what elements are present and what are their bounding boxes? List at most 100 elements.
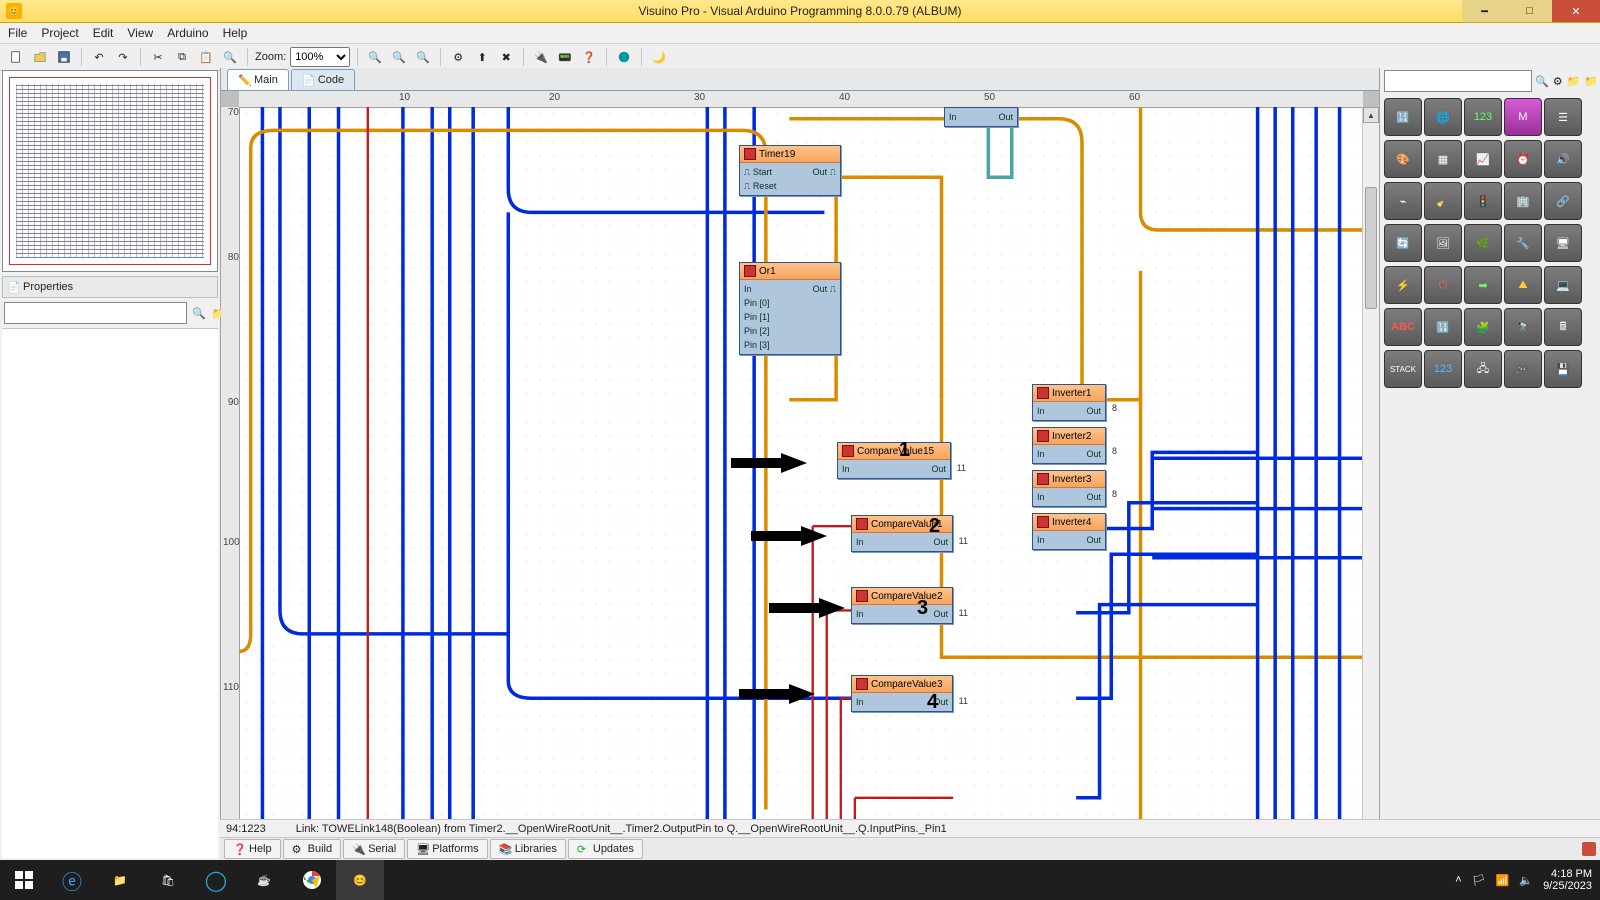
palette-arrow-icon[interactable]: ➡	[1464, 266, 1502, 304]
btab-build[interactable]: ⚙Build	[283, 839, 341, 859]
new-button[interactable]	[6, 47, 26, 67]
palette-color-wheel-icon[interactable]: 🎨	[1384, 140, 1422, 178]
zoom-fit-button[interactable]: 🔍	[413, 47, 433, 67]
serial-button[interactable]: 📟	[555, 47, 575, 67]
open-button[interactable]	[30, 47, 50, 67]
palette-filter-icon[interactable]: ⌁	[1384, 182, 1422, 220]
palette-globe-icon[interactable]: 🌐	[1424, 98, 1462, 136]
palette-binary-icon[interactable]: 🔢	[1384, 98, 1422, 136]
menu-help[interactable]: Help	[223, 26, 248, 40]
copy-button[interactable]: ⧉	[172, 47, 192, 67]
start-button[interactable]	[0, 860, 48, 900]
palette-net2-icon[interactable]: 🖧	[1464, 350, 1502, 388]
properties-header[interactable]: 📄 Properties	[2, 276, 218, 298]
palette-rotate-icon[interactable]: 🔄	[1384, 224, 1422, 262]
help-button[interactable]: ❓	[579, 47, 599, 67]
tray-volume-icon[interactable]: 🔈	[1519, 874, 1533, 887]
palette-abc-icon[interactable]: ABC	[1384, 308, 1422, 346]
palette-keypad-icon[interactable]: 🔢	[1424, 308, 1462, 346]
palette-motor-icon[interactable]: ⚡	[1384, 266, 1422, 304]
palette-search-button[interactable]: 🔍	[1534, 71, 1550, 91]
palette-search-input[interactable]	[1384, 70, 1532, 92]
tray-chevron-icon[interactable]: ˄	[1455, 874, 1461, 886]
prop-tool-1[interactable]: 🔍	[191, 303, 207, 323]
tab-code[interactable]: 📄 Code	[291, 69, 355, 90]
palette-gamepad-icon[interactable]: 🎮	[1504, 350, 1542, 388]
palette-eraser-icon[interactable]: 🧹	[1424, 182, 1462, 220]
tray-flag-icon[interactable]: 🏳	[1472, 874, 1486, 887]
palette-peak-icon[interactable]: ⛰	[1504, 266, 1542, 304]
palette-numbers-icon[interactable]: 123	[1464, 98, 1502, 136]
task-java-icon[interactable]: ☕	[240, 860, 288, 900]
palette-telescope-icon[interactable]: 🔭	[1504, 308, 1542, 346]
board-button[interactable]: 🔌	[531, 47, 551, 67]
task-visuino-icon[interactable]: 😊	[336, 860, 384, 900]
menu-arduino[interactable]: Arduino	[167, 26, 208, 40]
palette-plant-icon[interactable]: 🌿	[1464, 224, 1502, 262]
scroll-v-thumb[interactable]	[1365, 187, 1377, 309]
block-comparevalue2[interactable]: CompareValue2 InOut 11	[851, 587, 953, 624]
tab-main[interactable]: ✏️ Main	[227, 69, 289, 90]
btab-serial[interactable]: 🔌Serial	[343, 839, 405, 859]
palette-stack-icon[interactable]: STACK	[1384, 350, 1422, 388]
palette-chip-icon[interactable]: 💾	[1544, 350, 1582, 388]
block-inverter3[interactable]: Inverter3 InOut 8	[1032, 470, 1106, 507]
task-ie-icon[interactable]: ⓔ	[48, 860, 96, 900]
palette-desktop-icon[interactable]: 🖥	[1544, 224, 1582, 262]
task-chrome-icon[interactable]	[288, 860, 336, 900]
palette-network-icon[interactable]: 🔗	[1544, 182, 1582, 220]
btab-platforms[interactable]: 🖥Platforms	[407, 839, 487, 859]
zoom-in-button[interactable]: 🔍	[365, 47, 385, 67]
save-button[interactable]	[54, 47, 74, 67]
overview-panel[interactable]	[2, 70, 218, 272]
properties-filter-input[interactable]	[4, 302, 187, 324]
tray-wifi-icon[interactable]: 📶	[1496, 874, 1510, 887]
palette-tool-icon[interactable]: 🔧	[1504, 224, 1542, 262]
palette-memory-icon[interactable]: M	[1504, 98, 1542, 136]
palette-folder2[interactable]: 📁	[1583, 71, 1599, 91]
menu-edit[interactable]: Edit	[93, 26, 114, 40]
btab-close-indicator[interactable]	[1582, 842, 1596, 856]
menu-project[interactable]: Project	[41, 26, 78, 40]
task-explorer-icon[interactable]: 📁	[96, 860, 144, 900]
palette-folder1[interactable]: 📁	[1566, 71, 1582, 91]
palette-devices-icon[interactable]: 💻	[1544, 266, 1582, 304]
palette-sound-icon[interactable]: 🔊	[1544, 140, 1582, 178]
block-inverter2[interactable]: Inverter2 InOut 8	[1032, 427, 1106, 464]
compile-button[interactable]: ⚙	[448, 47, 468, 67]
btab-help[interactable]: ❓Help	[224, 839, 281, 859]
block-or1[interactable]: Or1 InOut ⎍ Pin [0] Pin [1] Pin [2] Pin …	[739, 262, 841, 355]
scrollbar-vertical[interactable]: ▲ ▼	[1362, 107, 1379, 844]
cut-button[interactable]: ✂	[148, 47, 168, 67]
palette-grid-icon[interactable]: ▦	[1424, 140, 1462, 178]
zoom-select[interactable]: 100%	[290, 47, 350, 67]
palette-calc-icon[interactable]: 🖩	[1544, 308, 1582, 346]
redo-button[interactable]: ↷	[113, 47, 133, 67]
palette-building-icon[interactable]: 🏢	[1504, 182, 1542, 220]
task-edge-icon[interactable]: ◯	[192, 860, 240, 900]
palette-puzzle-icon[interactable]: 🧩	[1464, 308, 1502, 346]
palette-chart-icon[interactable]: 📈	[1464, 140, 1502, 178]
block-top-inverter[interactable]: InOut	[944, 107, 1018, 127]
zoom-out-button[interactable]: 🔍	[389, 47, 409, 67]
palette-power-icon[interactable]: ⏻	[1424, 266, 1462, 304]
palette-image-icon[interactable]: 🖼	[1424, 224, 1462, 262]
block-inverter4[interactable]: Inverter4 InOut	[1032, 513, 1106, 550]
design-canvas[interactable]: InOut Timer19 ⎍ StartOut ⎍ ⎍ Reset Or1 I…	[239, 107, 1363, 844]
block-comparevalue15[interactable]: CompareValue15 InOut 11	[837, 442, 951, 479]
palette-clock-icon[interactable]: ⏰	[1504, 140, 1542, 178]
menu-file[interactable]: File	[8, 26, 27, 40]
block-timer19[interactable]: Timer19 ⎍ StartOut ⎍ ⎍ Reset	[739, 145, 841, 196]
palette-cfg-button[interactable]: ⚙	[1552, 71, 1564, 91]
find-button[interactable]: 🔍	[220, 47, 240, 67]
moon-icon[interactable]: 🌙	[649, 47, 669, 67]
arduino-icon[interactable]	[614, 47, 634, 67]
paste-button[interactable]: 📋	[196, 47, 216, 67]
scroll-up-button[interactable]: ▲	[1363, 107, 1379, 123]
stop-button[interactable]: ✖	[496, 47, 516, 67]
btab-updates[interactable]: ⟳Updates	[568, 839, 643, 859]
block-inverter1[interactable]: Inverter1 InOut 8	[1032, 384, 1106, 421]
palette-list-icon[interactable]: ☰	[1544, 98, 1582, 136]
undo-button[interactable]: ↶	[89, 47, 109, 67]
menu-view[interactable]: View	[127, 26, 153, 40]
